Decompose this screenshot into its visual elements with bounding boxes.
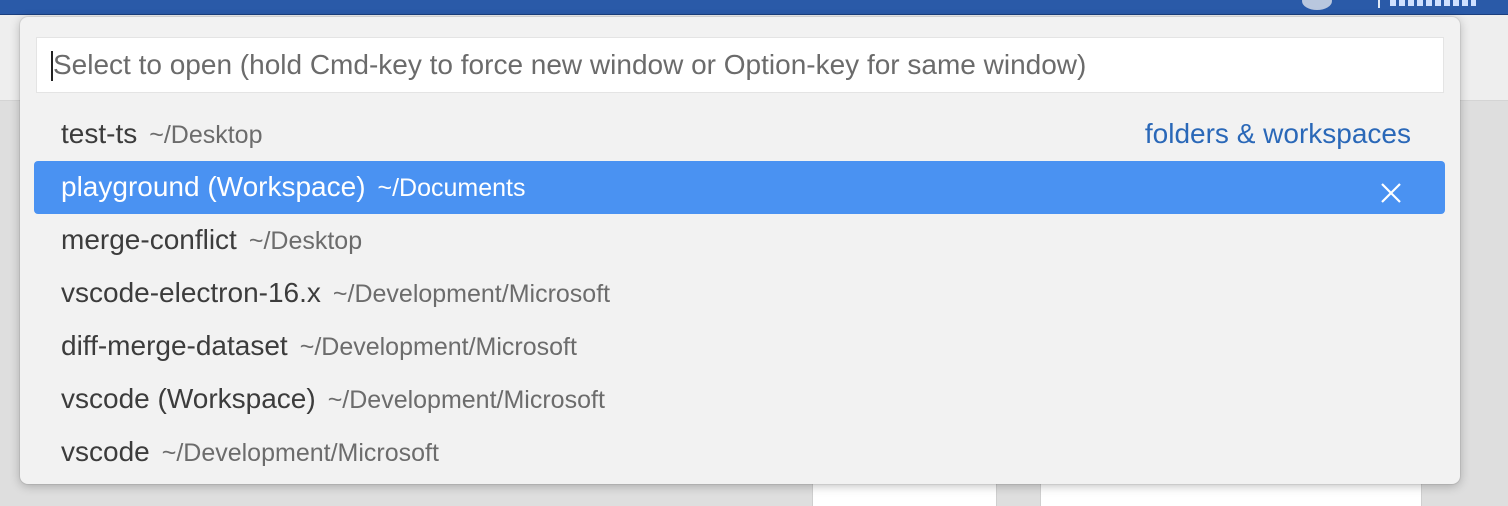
item-path: ~/Development/Microsoft — [327, 386, 605, 414]
list-item[interactable]: test-ts ~/Desktop folders & workspaces — [34, 108, 1445, 161]
list-item[interactable]: vscode-electron-16.x ~/Development/Micros… — [34, 267, 1445, 320]
item-name: diff-merge-dataset — [61, 330, 288, 361]
item-path: ~/Desktop — [149, 121, 263, 149]
list-item-selected[interactable]: playground (Workspace) ~/Documents — [34, 161, 1445, 214]
item-path: ~/Desktop — [248, 227, 363, 255]
item-name: merge-conflict — [61, 224, 237, 255]
list-item[interactable]: vscode ~/Development/Microsoft — [34, 426, 1445, 479]
item-name: vscode-electron-16.x — [61, 277, 321, 308]
list-item[interactable]: vscode (Workspace) ~/Development/Microsof… — [34, 373, 1445, 426]
system-tray-icon — [1302, 0, 1332, 10]
item-path: ~/Development/Microsoft — [161, 439, 439, 467]
item-name: test-ts — [61, 118, 138, 149]
quick-open-search-box[interactable] — [36, 37, 1444, 93]
tray-divider — [1378, 0, 1380, 8]
quick-open-widget: test-ts ~/Desktop folders & workspaces pl… — [20, 17, 1460, 484]
list-item[interactable]: diff-merge-dataset ~/Development/Microsof… — [34, 320, 1445, 373]
close-icon[interactable] — [1379, 175, 1403, 203]
item-path: ~/Development/Microsoft — [299, 333, 577, 361]
recent-list: test-ts ~/Desktop folders & workspaces pl… — [34, 108, 1445, 479]
cpu-meter-icon — [1390, 0, 1476, 6]
item-path: ~/Development/Microsoft — [332, 280, 611, 308]
item-name: vscode (Workspace) — [61, 383, 316, 414]
item-name: vscode — [61, 436, 150, 467]
quick-open-input[interactable] — [53, 38, 1423, 92]
item-name: playground (Workspace) — [61, 171, 366, 202]
group-label: folders & workspaces — [1144, 118, 1411, 149]
list-item[interactable]: merge-conflict ~/Desktop — [34, 214, 1445, 267]
item-path: ~/Documents — [377, 174, 526, 202]
menu-bar — [0, 0, 1508, 15]
